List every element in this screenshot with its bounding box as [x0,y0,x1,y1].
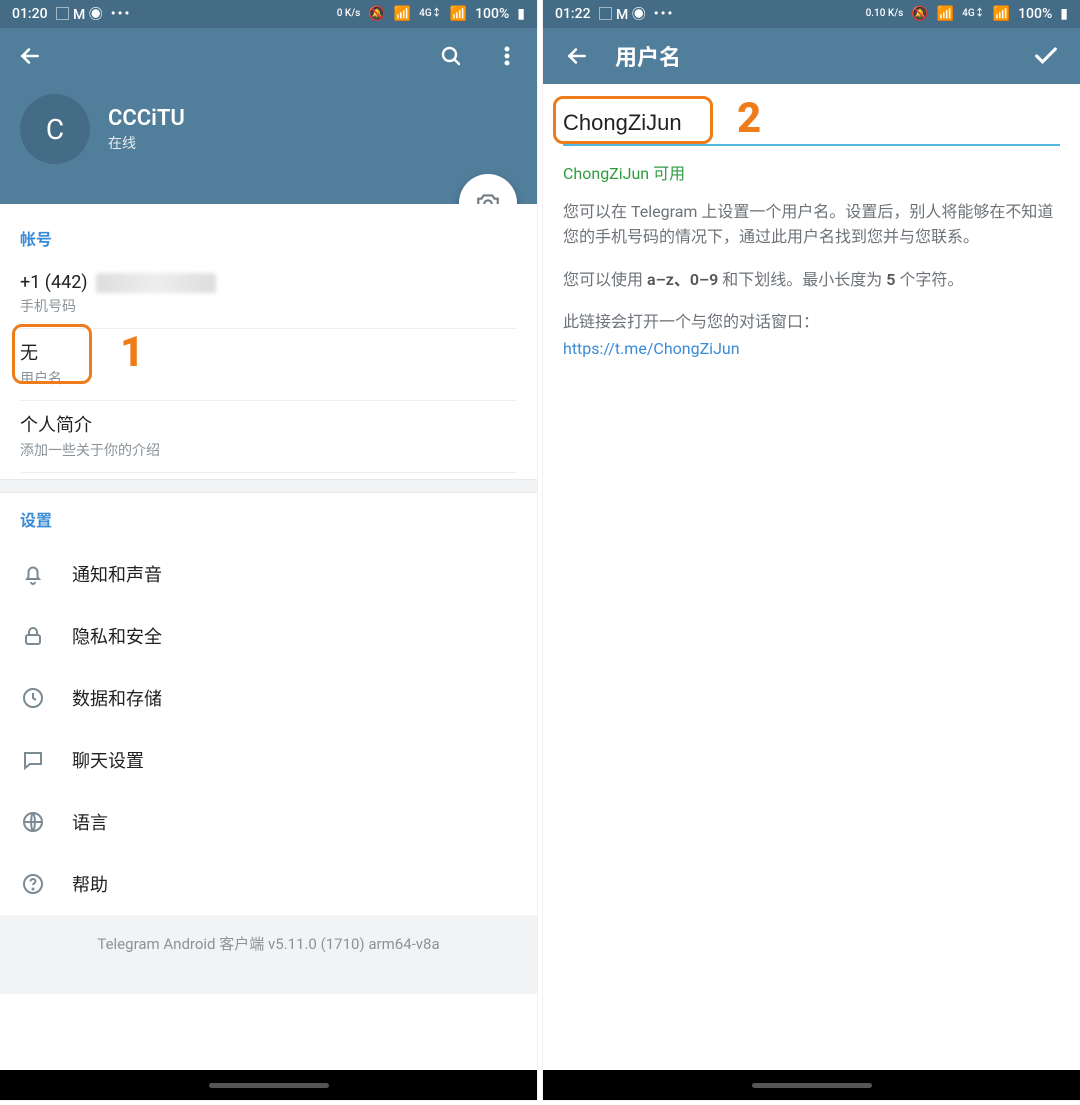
status-4g: 4G↕ [419,9,442,19]
settings-item-data[interactable]: 数据和存储 [0,667,537,729]
status-bar: 01:22 ▢ M ◉ ••• 0.10 K/s 🔕 📶 4G↕ 📶 100% … [543,0,1080,28]
bio-item[interactable]: 个人简介 添加一些关于你的介绍 [20,401,517,473]
globe-icon [20,809,46,835]
status-net-speed: 0 K/s [337,9,361,19]
confirm-button[interactable] [1026,36,1066,76]
android-nav-bar [0,1070,537,1100]
settings-header: 设置 [0,507,537,531]
username-item[interactable]: 无 用户名 [20,329,517,401]
settings-label: 隐私和安全 [72,623,162,649]
username-appbar: 用户名 [543,28,1080,84]
annotation-frame-1 [12,324,92,384]
annotation-number-2: 2 [737,94,761,143]
username-value: 无 [20,339,517,365]
status-time: 01:20 [12,6,48,22]
phone-item[interactable]: +1 (442) 手机号码 [20,262,517,329]
status-net-speed: 0.10 K/s [866,9,904,19]
appbar-title: 用户名 [615,40,1026,72]
avatar-letter: C [46,113,64,146]
status-wifi-icon: 📶 [937,6,954,22]
screen-profile: 01:20 ▢ M ◉ ••• 0 K/s 🔕 📶 4G↕ 📶 100% ▮ [0,0,537,1100]
android-nav-bar [543,1070,1080,1100]
status-mute-icon: 🔕 [911,6,928,22]
status-signal-icon: 📶 [450,6,467,22]
status-battery-icon: ▮ [517,6,525,22]
avatar[interactable]: C [20,94,90,164]
back-button[interactable] [10,36,50,76]
settings-item-notifications[interactable]: 通知和声音 [0,543,537,605]
help-icon [20,871,46,897]
username-desc-2: 您可以使用 a–z、0–9 和下划线。最小长度为 5 个字符。 [563,268,1060,293]
bio-label: 添加一些关于你的介绍 [20,440,517,460]
settings-label: 通知和声音 [72,561,162,587]
username-link[interactable]: https://t.me/ChongZiJun [563,339,1060,358]
settings-label: 帮助 [72,871,108,897]
settings-label: 聊天设置 [72,747,144,773]
chat-icon [20,747,46,773]
settings-section: 设置 通知和声音 隐私和安全 数据和存储 聊天设置 语言 帮助 [0,493,537,915]
username-content: 2 ChongZiJun 可用 您可以在 Telegram 上设置一个用户名。设… [543,84,1080,380]
status-battery-text: 100% [475,6,509,22]
status-signal-icon: 📶 [993,6,1010,22]
status-more-icon: ••• [654,6,675,22]
profile-name: CCCiTU [108,106,185,131]
back-button[interactable] [557,36,597,76]
annotation-frame-2 [553,96,713,144]
settings-item-help[interactable]: 帮助 [0,853,537,915]
annotation-number-1: 1 [120,328,144,377]
status-mute-icon: 🔕 [368,6,385,22]
account-section: 帐号 +1 (442) 手机号码 无 用户名 个人简介 添加一些关于你的介绍 1 [0,204,537,479]
status-bar: 01:20 ▢ M ◉ ••• 0 K/s 🔕 📶 4G↕ 📶 100% ▮ [0,0,537,28]
settings-item-privacy[interactable]: 隐私和安全 [0,605,537,667]
username-available: ChongZiJun 可用 [563,160,1060,184]
account-header: 帐号 [20,226,517,250]
clock-icon [20,685,46,711]
username-desc-3: 此链接会打开一个与您的对话窗口： [563,310,1060,335]
phone-masked [96,273,216,293]
settings-label: 数据和存储 [72,685,162,711]
settings-item-chat[interactable]: 聊天设置 [0,729,537,791]
bio-value: 个人简介 [20,411,517,437]
settings-label: 语言 [72,809,108,835]
phone-prefix: +1 (442) [20,272,88,293]
status-time: 01:22 [555,6,591,22]
status-notif-icons: ▢ M ◉ [56,4,103,24]
phone-label: 手机号码 [20,296,517,316]
status-more-icon: ••• [111,6,132,22]
status-4g: 4G↕ [962,9,985,19]
version-footer: Telegram Android 客户端 v5.11.0 (1710) arm6… [0,915,537,994]
username-label: 用户名 [20,368,517,388]
username-desc-1: 您可以在 Telegram 上设置一个用户名。设置后，别人将能够在不知道您的手机… [563,200,1060,250]
status-notif-icons: ▢ M ◉ [599,4,646,24]
lock-icon [20,623,46,649]
search-button[interactable] [431,36,471,76]
settings-item-language[interactable]: 语言 [0,791,537,853]
profile-header: C CCCiTU 在线 [0,28,537,204]
screen-username: 01:22 ▢ M ◉ ••• 0.10 K/s 🔕 📶 4G↕ 📶 100% … [543,0,1080,1100]
profile-status: 在线 [108,133,185,153]
status-battery-icon: ▮ [1060,6,1068,22]
status-wifi-icon: 📶 [394,6,411,22]
more-menu-button[interactable] [487,36,527,76]
section-divider [0,479,537,493]
status-battery-text: 100% [1018,6,1052,22]
bell-icon [20,561,46,587]
